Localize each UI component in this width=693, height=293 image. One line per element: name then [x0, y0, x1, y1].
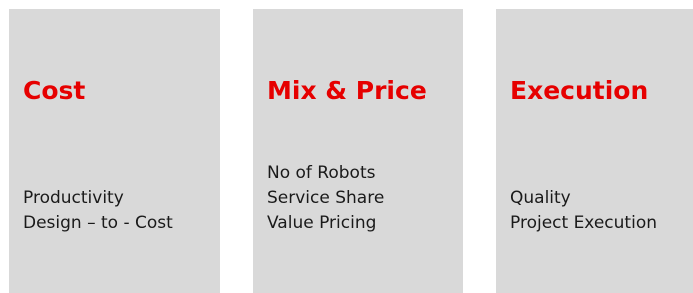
- card-item-list: Productivity Design – to - Cost: [23, 186, 173, 236]
- card-item: Project Execution: [510, 213, 657, 233]
- card-item: No of Robots: [267, 163, 376, 183]
- card-item: Service Share: [267, 188, 385, 208]
- card-cost: Cost Productivity Design – to - Cost: [9, 9, 220, 293]
- card-execution: Execution Quality Project Execution: [496, 9, 693, 293]
- card-title: Cost: [23, 76, 86, 105]
- card-item: Quality: [510, 188, 571, 208]
- card-title: Execution: [510, 76, 649, 105]
- card-item-list: No of Robots Service Share Value Pricing: [267, 161, 384, 236]
- card-item-list: Quality Project Execution: [510, 186, 657, 236]
- card-item: Value Pricing: [267, 213, 377, 233]
- card-mix-price: Mix & Price No of Robots Service Share V…: [253, 9, 463, 293]
- card-item: Design – to - Cost: [23, 213, 173, 233]
- card-title: Mix & Price: [267, 76, 427, 105]
- slide-canvas: Cost Productivity Design – to - Cost Mix…: [0, 0, 693, 293]
- card-item: Productivity: [23, 188, 124, 208]
